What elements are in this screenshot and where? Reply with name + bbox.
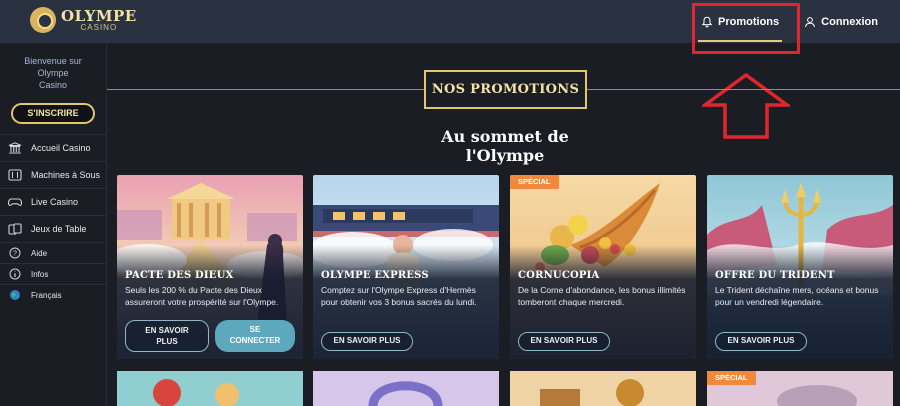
promo-card-title: OLYMPE EXPRESS: [321, 270, 429, 281]
promo-card-row2-2[interactable]: [313, 371, 499, 406]
sidebar-item-infos[interactable]: Infos: [0, 263, 106, 284]
learn-more-button[interactable]: EN SAVOIR PLUS: [125, 320, 209, 352]
learn-more-button[interactable]: EN SAVOIR PLUS: [321, 332, 413, 351]
special-badge: SPÉCIAL: [510, 175, 559, 189]
help-icon: ?: [7, 247, 22, 259]
promo-card-row2-1[interactable]: [117, 371, 303, 406]
promo-card-offre-du-trident[interactable]: OFFRE DU TRIDENT Le Trident déchaîne mer…: [707, 175, 893, 359]
promo-card-row2-3[interactable]: [510, 371, 696, 406]
svg-text:?: ?: [13, 251, 17, 258]
sidebar-item-jeux-de-table[interactable]: Jeux de Table: [0, 215, 106, 242]
logo[interactable]: OLYMPE CASINO: [30, 7, 137, 33]
temple-icon: [7, 142, 22, 154]
promo-card-description: De la Corne d'abondance, les bonus illim…: [518, 285, 686, 307]
page-title: NOS PROMOTIONS: [424, 70, 587, 109]
learn-more-button[interactable]: EN SAVOIR PLUS: [715, 332, 807, 351]
promo-image: [510, 371, 696, 406]
promo-card-title: PACTE DES DIEUX: [125, 270, 234, 281]
promo-image: [313, 371, 499, 406]
special-badge: SPÉCIAL: [707, 371, 756, 385]
slot-machine-icon: [7, 169, 22, 181]
sidebar-item-label: Accueil Casino: [31, 143, 91, 153]
promo-card-olympe-express[interactable]: OLYMPE EXPRESS Comptez sur l'Olympe Expr…: [313, 175, 499, 359]
globe-icon: [7, 289, 22, 301]
sidebar-item-machines-a-sous[interactable]: Machines à Sous: [0, 161, 106, 188]
signup-button[interactable]: S'INSCRIRE: [11, 103, 95, 124]
brand-subtitle: CASINO: [80, 22, 118, 32]
nav-login[interactable]: Connexion: [804, 0, 878, 43]
info-icon: [7, 268, 22, 280]
sidebar-item-label: Machines à Sous: [31, 170, 101, 180]
page-title-text: NOS PROMOTIONS: [431, 82, 580, 97]
promo-card-pacte-des-dieux[interactable]: PACTE DES DIEUX Seuls les 200 % du Pacte…: [117, 175, 303, 359]
sidebar-item-label: Aide: [31, 248, 48, 258]
login-button[interactable]: SE CONNECTER: [215, 320, 295, 352]
sidebar-item-label: Français: [31, 290, 62, 300]
promo-card-description: Comptez sur l'Olympe Express d'Hermès po…: [321, 285, 477, 307]
promo-card-title: CORNUCOPIA: [518, 270, 600, 281]
promo-card-title: OFFRE DU TRIDENT: [715, 270, 835, 281]
promo-image: [117, 371, 303, 406]
sidebar-item-live-casino[interactable]: Live Casino: [0, 188, 106, 215]
up-arrow-annotation: [702, 73, 790, 139]
brand-name: OLYMPE: [61, 6, 137, 25]
sidebar-item-aide[interactable]: ? Aide: [0, 242, 106, 263]
logo-emblem-icon: [30, 7, 56, 33]
sidebar-item-francais[interactable]: Français: [0, 284, 106, 305]
promo-card-description: Le Trident déchaîne mers, océans et bonu…: [715, 285, 879, 307]
nav-login-label: Connexion: [821, 15, 878, 28]
promo-card-cornucopia[interactable]: SPÉCIAL CORNUCOPIA De la Corne d'abondan…: [510, 175, 696, 359]
sidebar-item-accueil-casino[interactable]: Accueil Casino: [0, 134, 106, 161]
learn-more-button[interactable]: EN SAVOIR PLUS: [518, 332, 610, 351]
gamepad-icon: [7, 196, 22, 208]
welcome-text: Bienvenue sur Olympe Casino: [24, 56, 82, 90]
sidebar-item-label: Jeux de Table: [31, 224, 87, 234]
user-icon: [805, 16, 816, 27]
promo-card-row2-4[interactable]: SPÉCIAL: [707, 371, 893, 406]
sidebar-item-label: Infos: [31, 269, 49, 279]
sidebar-item-label: Live Casino: [31, 197, 79, 207]
cards-icon: [7, 223, 22, 235]
sidebar: Bienvenue sur Olympe Casino S'INSCRIRE A…: [0, 43, 107, 406]
highlight-box: [692, 3, 800, 54]
page-subtitle: Au sommet de l'Olympe: [441, 127, 569, 165]
promo-card-description: Seuls les 200 % du Pacte des Dieux assur…: [125, 285, 279, 307]
